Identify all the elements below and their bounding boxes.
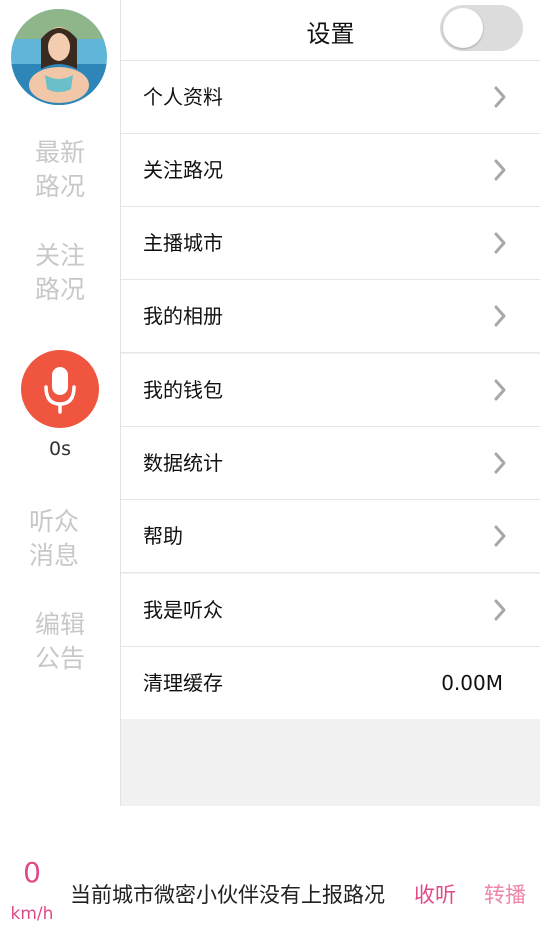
settings-row-followed-traffic[interactable]: 关注路况 <box>121 134 540 207</box>
sidebar-item-latest-traffic[interactable]: 最新 路况 <box>0 136 120 204</box>
sidebar-item-listener-messages[interactable]: 听众 消息 <box>0 505 120 573</box>
record-timer: 0s <box>49 438 71 460</box>
microphone-icon <box>44 367 76 414</box>
toggle-knob <box>443 8 483 48</box>
settings-row-help[interactable]: 帮助 <box>121 500 540 573</box>
relay-button[interactable]: 转播 <box>484 879 526 909</box>
settings-row-clear-cache[interactable]: 清理缓存 0.00M <box>121 647 540 719</box>
settings-row-listener-mode[interactable]: 我是听众 <box>121 574 540 647</box>
sidebar-item-edit-notice[interactable]: 编辑 公告 <box>0 608 120 676</box>
sidebar-item-label: 路况 <box>34 275 85 304</box>
sidebar-item-label: 最新 <box>34 138 85 167</box>
avatar-photo <box>11 9 107 105</box>
settings-row-label: 我的相册 <box>143 304 223 328</box>
sidebar: 最新 路况 关注 路况 0s 听众 消息 编辑 公告 <box>0 0 120 806</box>
avatar[interactable] <box>11 9 107 105</box>
settings-row-label: 我是听众 <box>143 598 223 622</box>
sidebar-item-label: 公告 <box>34 644 85 673</box>
settings-row-label: 清理缓存 <box>143 671 223 695</box>
speed-value: 0 <box>23 856 41 889</box>
sidebar-item-label: 编辑 <box>34 610 85 639</box>
settings-toggle[interactable] <box>440 5 523 51</box>
settings-row-label: 数据统计 <box>143 451 223 475</box>
settings-row-statistics[interactable]: 数据统计 <box>121 427 540 500</box>
chevron-right-icon <box>494 379 506 401</box>
settings-row-label: 主播城市 <box>143 231 223 255</box>
chevron-right-icon <box>494 232 506 254</box>
settings-row-wallet[interactable]: 我的钱包 <box>121 354 540 427</box>
settings-row-album[interactable]: 我的相册 <box>121 280 540 353</box>
chevron-right-icon <box>494 86 506 108</box>
chevron-right-icon <box>494 525 506 547</box>
settings-row-label: 我的钱包 <box>143 378 223 402</box>
settings-header: 设置 <box>121 0 540 61</box>
record-button[interactable] <box>21 350 99 428</box>
chevron-right-icon <box>494 452 506 474</box>
listen-button[interactable]: 收听 <box>414 879 456 909</box>
settings-row-label: 帮助 <box>143 524 183 548</box>
sidebar-item-followed-traffic[interactable]: 关注 路况 <box>0 239 120 307</box>
settings-row-label: 关注路况 <box>143 158 223 182</box>
cache-size-value: 0.00M <box>441 671 503 695</box>
speed-unit: km/h <box>10 904 54 924</box>
sidebar-item-label: 消息 <box>28 541 79 570</box>
settings-panel: 设置 个人资料 关注路况 主播城市 我的相册 我的钱包 数据统计 帮助 我是听众… <box>121 0 540 806</box>
traffic-status-text: 当前城市微密小伙伴没有上报路况 <box>70 883 385 907</box>
settings-row-label: 个人资料 <box>143 85 223 109</box>
chevron-right-icon <box>494 159 506 181</box>
chevron-right-icon <box>494 305 506 327</box>
settings-row-profile[interactable]: 个人资料 <box>121 61 540 134</box>
sidebar-item-label: 关注 <box>34 241 85 270</box>
chevron-right-icon <box>494 599 506 621</box>
sidebar-item-label: 听众 <box>28 507 79 536</box>
sidebar-item-label: 路况 <box>34 172 85 201</box>
settings-row-host-city[interactable]: 主播城市 <box>121 207 540 280</box>
